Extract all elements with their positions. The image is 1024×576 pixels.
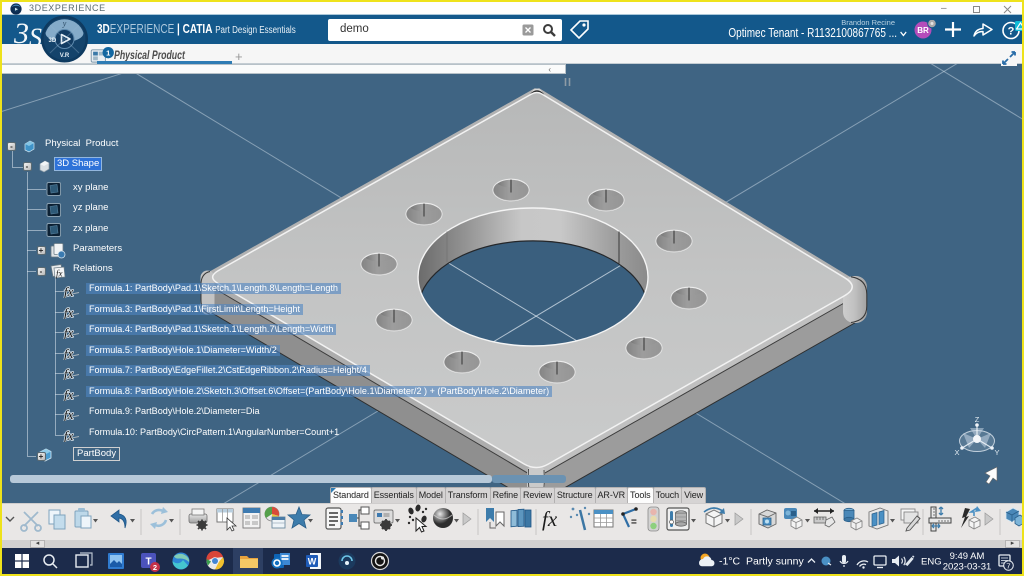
svg-text:fx: fx <box>542 507 558 531</box>
svg-text:W: W <box>308 557 317 567</box>
svg-text:7: 7 <box>1006 562 1010 571</box>
svg-text:2: 2 <box>153 563 157 572</box>
svg-text:3D: 3D <box>49 38 57 44</box>
svg-text:=: = <box>631 517 637 528</box>
svg-text:2023-03-31: 2023-03-31 <box>943 562 992 573</box>
svg-text:?: ? <box>1008 26 1015 38</box>
svg-text:fx: fx <box>56 268 63 278</box>
svg-text:BR: BR <box>917 26 929 35</box>
svg-text:X: X <box>954 448 959 457</box>
svg-text:1: 1 <box>106 49 110 58</box>
svg-text:y: y <box>62 19 67 28</box>
svg-text:9:49 AM: 9:49 AM <box>950 551 985 562</box>
svg-text:V.R: V.R <box>60 53 70 59</box>
svg-text:-1°C Partly sunny: -1°C Partly sunny <box>719 556 804 568</box>
svg-text:3: 3 <box>14 17 29 47</box>
svg-text:ENG: ENG <box>921 557 942 568</box>
svg-text:Y: Y <box>994 448 999 457</box>
svg-text:Z: Z <box>975 415 980 424</box>
